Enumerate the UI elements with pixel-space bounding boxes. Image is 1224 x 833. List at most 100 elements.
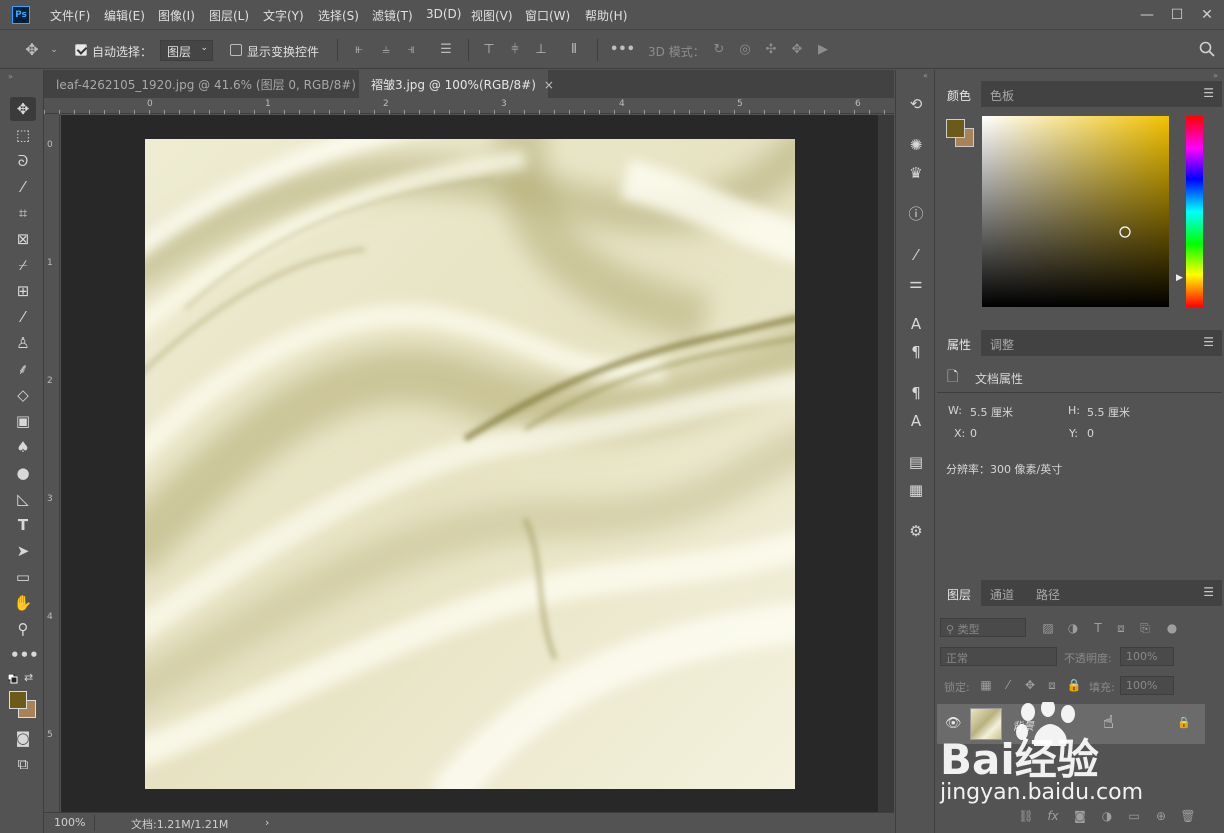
tab-swatches[interactable]: 色板 xyxy=(980,81,1024,107)
filter-pixel-icon[interactable]: ▨ xyxy=(1039,619,1057,637)
tab-layers[interactable]: 图层 xyxy=(937,580,982,606)
align-middle-v-icon[interactable]: ⫩ xyxy=(507,41,523,59)
paragraph-panel-icon[interactable]: ¶ xyxy=(904,340,928,364)
distribute-v-icon[interactable]: ⫴ xyxy=(566,41,582,59)
more-options-icon[interactable]: ••• xyxy=(610,41,635,59)
healing-brush-tool-icon[interactable]: ⊞ xyxy=(10,279,36,303)
menu-3d[interactable]: 3D(D) xyxy=(426,7,461,21)
frame-tool-icon[interactable]: ⊠ xyxy=(10,227,36,251)
menu-layer[interactable]: 图层(L) xyxy=(209,7,249,24)
search-icon[interactable] xyxy=(1199,41,1215,59)
lock-position-icon[interactable]: ✥ xyxy=(1021,676,1039,694)
tab-wrinkle-document[interactable]: 褶皱3.jpg @ 100%(RGB/8#) × xyxy=(359,70,554,98)
move-tool-icon[interactable]: ✥ xyxy=(24,41,40,59)
brush-settings-panel-icon[interactable]: ✺ xyxy=(904,133,928,157)
status-menu-arrow-icon[interactable]: › xyxy=(265,816,269,829)
hand-tool-icon[interactable]: ✋ xyxy=(10,591,36,615)
eyedropper-tool-icon[interactable]: ⌿ xyxy=(10,253,36,277)
quick-mask-icon[interactable]: ◙ xyxy=(10,726,36,750)
auto-select-target-select[interactable]: 图层 ⌄ xyxy=(160,40,213,61)
align-top-icon[interactable]: ⊤ xyxy=(481,41,497,59)
filter-type-icon[interactable]: T xyxy=(1089,619,1107,637)
libraries-panel-icon[interactable]: ⚙ xyxy=(904,519,928,543)
default-colors-icon[interactable] xyxy=(7,673,18,684)
pen-tool-icon[interactable]: ◺ xyxy=(10,487,36,511)
foreground-color-swatch[interactable] xyxy=(946,119,965,138)
tab-properties[interactable]: 属性 xyxy=(937,330,982,356)
lock-image-icon[interactable]: ⁄ xyxy=(999,676,1017,694)
vertical-scrollbar[interactable] xyxy=(878,115,894,812)
dodge-tool-icon[interactable]: ● xyxy=(10,461,36,485)
3d-orbit-icon[interactable]: ↻ xyxy=(711,41,727,59)
swap-colors-icon[interactable]: ⇄ xyxy=(24,671,33,684)
close-tab-icon[interactable]: × xyxy=(544,78,554,92)
character-panel-icon[interactable]: A xyxy=(904,312,928,336)
eraser-tool-icon[interactable]: ◇ xyxy=(10,383,36,407)
type-tool-icon[interactable]: T xyxy=(10,513,36,537)
quick-select-tool-icon[interactable]: ⁄ xyxy=(10,175,36,199)
menu-view[interactable]: 视图(V) xyxy=(471,7,513,24)
opacity-field[interactable]: 100% xyxy=(1120,647,1174,666)
filter-toggle-icon[interactable]: ● xyxy=(1163,619,1181,637)
notes-panel-icon[interactable]: ▦ xyxy=(904,478,928,502)
distribute-h-icon[interactable]: ☰ xyxy=(438,41,454,59)
tab-paths[interactable]: 路径 xyxy=(1026,580,1070,606)
menu-edit[interactable]: 编辑(E) xyxy=(104,7,145,24)
tool-preset-dropdown-icon[interactable]: ⌄ xyxy=(46,41,62,59)
path-select-tool-icon[interactable]: ➤ xyxy=(10,539,36,563)
marquee-tool-icon[interactable]: ⬚ xyxy=(10,123,36,147)
character-styles-panel-icon[interactable]: A xyxy=(904,409,928,433)
gradient-tool-icon[interactable]: ▣ xyxy=(10,409,36,433)
actions-panel-icon[interactable]: ▤ xyxy=(904,450,928,474)
menu-file[interactable]: 文件(F) xyxy=(50,7,90,24)
panel-menu-icon[interactable]: ☰ xyxy=(1203,86,1214,100)
close-window-button[interactable]: ✕ xyxy=(1198,6,1216,24)
menu-window[interactable]: 窗口(W) xyxy=(525,7,570,24)
menu-filter[interactable]: 滤镜(T) xyxy=(372,7,413,24)
filter-adjustment-icon[interactable]: ◑ xyxy=(1064,619,1082,637)
panel-menu-icon[interactable]: ☰ xyxy=(1203,585,1214,599)
collapse-panels-icon[interactable]: » xyxy=(1213,71,1218,80)
filter-smart-object-icon[interactable]: ⎘ xyxy=(1136,619,1154,637)
3d-scale-icon[interactable]: ▶ xyxy=(815,41,831,59)
layer-filter-select[interactable]: ⚲ 类型 xyxy=(940,618,1026,637)
minimize-button[interactable]: — xyxy=(1138,6,1156,24)
fill-field[interactable]: 100% xyxy=(1120,676,1174,695)
tab-adjustments[interactable]: 调整 xyxy=(980,330,1024,356)
blur-tool-icon[interactable]: ♠ xyxy=(10,435,36,459)
filter-shape-icon[interactable]: ⧈ xyxy=(1112,619,1130,637)
tab-channels[interactable]: 通道 xyxy=(980,580,1024,606)
show-transform-checkbox[interactable] xyxy=(230,44,242,56)
height-value[interactable]: 5.5 厘米 xyxy=(1087,404,1130,420)
align-right-icon[interactable]: ⫣ xyxy=(403,41,419,59)
move-tool-icon[interactable]: ✥ xyxy=(10,97,36,121)
screen-mode-icon[interactable]: ⧉ xyxy=(10,752,36,776)
width-value[interactable]: 5.5 厘米 xyxy=(970,404,1013,420)
3d-pan-icon[interactable]: ✣ xyxy=(763,41,779,59)
foreground-color-swatch[interactable] xyxy=(9,691,27,709)
menu-help[interactable]: 帮助(H) xyxy=(585,7,627,24)
history-brush-tool-icon[interactable]: ⸙ xyxy=(10,357,36,381)
color-picker-field[interactable] xyxy=(982,116,1169,307)
document-image-silk[interactable] xyxy=(145,139,795,789)
brushes-panel-icon[interactable]: ♛ xyxy=(904,161,928,185)
delete-layer-icon[interactable]: 🗑 xyxy=(1179,807,1197,825)
lock-all-icon[interactable]: 🔒 xyxy=(1065,676,1083,694)
tab-leaf-document[interactable]: leaf-4262105_1920.jpg @ 41.6% (图层 0, RGB… xyxy=(44,70,384,98)
x-value[interactable]: 0 xyxy=(970,427,977,440)
adjustments-panel-icon[interactable]: ⚌ xyxy=(904,271,928,295)
hue-slider[interactable] xyxy=(1186,116,1203,307)
clone-stamp-tool-icon[interactable]: ♙ xyxy=(10,331,36,355)
menu-image[interactable]: 图像(I) xyxy=(158,7,195,24)
lasso-tool-icon[interactable]: ᘐ xyxy=(10,149,36,173)
collapse-toolbar-icon[interactable]: » xyxy=(8,72,13,81)
y-value[interactable]: 0 xyxy=(1087,427,1094,440)
menu-type[interactable]: 文字(Y) xyxy=(263,7,304,24)
layer-lock-icon[interactable]: 🔒 xyxy=(1177,716,1191,729)
align-bottom-icon[interactable]: ⊥ xyxy=(533,41,549,59)
info-panel-icon[interactable]: ⓘ xyxy=(904,202,928,226)
edit-toolbar-icon[interactable]: ••• xyxy=(10,643,39,667)
zoom-tool-icon[interactable]: ⚲ xyxy=(10,617,36,641)
expand-panels-icon[interactable]: « xyxy=(923,71,928,80)
tab-color[interactable]: 颜色 xyxy=(937,81,982,107)
